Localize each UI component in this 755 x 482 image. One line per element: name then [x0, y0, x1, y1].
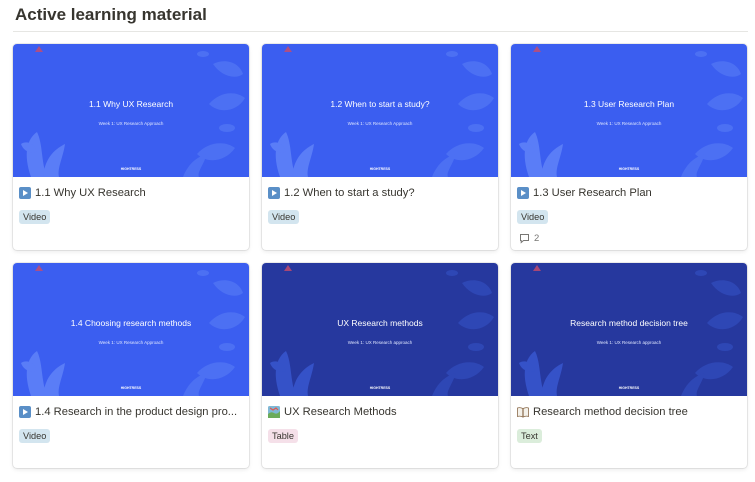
- thumbnail-subtitle: Week 1: UX Research Approach: [98, 121, 164, 126]
- tag-badge: Text: [517, 429, 542, 443]
- thumbnail-logo: HIGHTRESS: [369, 167, 391, 171]
- book-icon: [517, 406, 529, 418]
- play-icon: [19, 406, 31, 418]
- thumbnail-title: 1.1 Why UX Research: [88, 99, 174, 109]
- comment-count[interactable]: 2: [519, 233, 539, 244]
- tag-badge: Video: [517, 210, 549, 224]
- card-title[interactable]: UX Research Methods: [268, 404, 492, 420]
- thumbnail-logo: HIGHTRESS: [369, 386, 391, 390]
- card-research-method-decision-tree[interactable]: Research method decision tree Week 1: UX…: [511, 263, 747, 468]
- thumbnail-title: UX Research methods: [337, 318, 423, 328]
- card-thumbnail: 1.3 User Research Plan Week 1: UX Resear…: [511, 44, 747, 177]
- thumbnail-background: [13, 263, 249, 396]
- card-title-text: 1.3 User Research Plan: [533, 187, 652, 199]
- thumbnail-background: [13, 44, 249, 177]
- card-title-text: 1.4 Research in the product design pro..…: [35, 406, 238, 418]
- thumbnail-background: [511, 44, 747, 177]
- card-ux-research-methods[interactable]: UX Research methods Week 1: UX Research …: [262, 263, 498, 468]
- card-title[interactable]: Research method decision tree: [517, 404, 741, 420]
- thumbnail-logo: HIGHTRESS: [120, 167, 142, 171]
- thumbnail-background: [262, 263, 498, 396]
- thumbnail-logo: HIGHTRESS: [618, 167, 640, 171]
- card-thumbnail: 1.1 Why UX Research Week 1: UX Research …: [13, 44, 249, 177]
- card-thumbnail: UX Research methods Week 1: UX Research …: [262, 263, 498, 396]
- thumbnail-subtitle: Week 1: UX Research Approach: [347, 121, 413, 126]
- card-why-ux-research[interactable]: 1.1 Why UX Research Week 1: UX Research …: [13, 44, 249, 250]
- card-thumbnail: 1.4 Choosing research methods Week 1: UX…: [13, 263, 249, 396]
- thumbnail-subtitle: Week 1: UX Research approach: [596, 340, 662, 345]
- card-user-research-plan[interactable]: 1.3 User Research Plan Week 1: UX Resear…: [511, 44, 747, 250]
- card-thumbnail: Research method decision tree Week 1: UX…: [511, 263, 747, 396]
- map-icon: [268, 406, 280, 418]
- play-icon: [19, 187, 31, 199]
- card-thumbnail: 1.2 When to start a study? Week 1: UX Re…: [262, 44, 498, 177]
- thumbnail-title: 1.3 User Research Plan: [583, 99, 675, 109]
- card-title-text: 1.1 Why UX Research: [35, 187, 146, 199]
- card-choosing-research-methods[interactable]: 1.4 Choosing research methods Week 1: UX…: [13, 263, 249, 468]
- card-title-text: Research method decision tree: [533, 406, 688, 418]
- card-title[interactable]: 1.4 Research in the product design pro..…: [19, 404, 243, 420]
- thumbnail-title: 1.4 Choosing research methods: [70, 318, 192, 328]
- comment-count-value: 2: [534, 233, 540, 244]
- thumbnail-background: [511, 263, 747, 396]
- thumbnail-subtitle: Week 1: UX Research Approach: [596, 121, 662, 126]
- card-grid: 1.1 Why UX Research Week 1: UX Research …: [0, 0, 755, 482]
- card-title-text: UX Research Methods: [284, 406, 397, 418]
- thumbnail-background: [262, 44, 498, 177]
- card-title[interactable]: 1.3 User Research Plan: [517, 185, 741, 201]
- tag-badge: Video: [19, 210, 51, 224]
- thumbnail-title: Research method decision tree: [570, 318, 688, 328]
- tag-badge: Video: [268, 210, 300, 224]
- tag-badge: Video: [19, 429, 51, 443]
- thumbnail-logo: HIGHTRESS: [618, 386, 640, 390]
- thumbnail-subtitle: Week 1: UX Research approach: [347, 340, 413, 345]
- tag-badge: Table: [268, 429, 298, 443]
- play-icon: [268, 187, 280, 199]
- card-title[interactable]: 1.2 When to start a study?: [268, 185, 492, 201]
- card-when-to-start-study[interactable]: 1.2 When to start a study? Week 1: UX Re…: [262, 44, 498, 250]
- card-title-text: 1.2 When to start a study?: [284, 187, 415, 199]
- comment-icon: [520, 234, 529, 244]
- thumbnail-logo: HIGHTRESS: [120, 386, 142, 390]
- thumbnail-subtitle: Week 1: UX Research Approach: [98, 340, 164, 345]
- card-title[interactable]: 1.1 Why UX Research: [19, 185, 243, 201]
- thumbnail-title: 1.2 When to start a study?: [330, 99, 430, 109]
- play-icon: [517, 187, 529, 199]
